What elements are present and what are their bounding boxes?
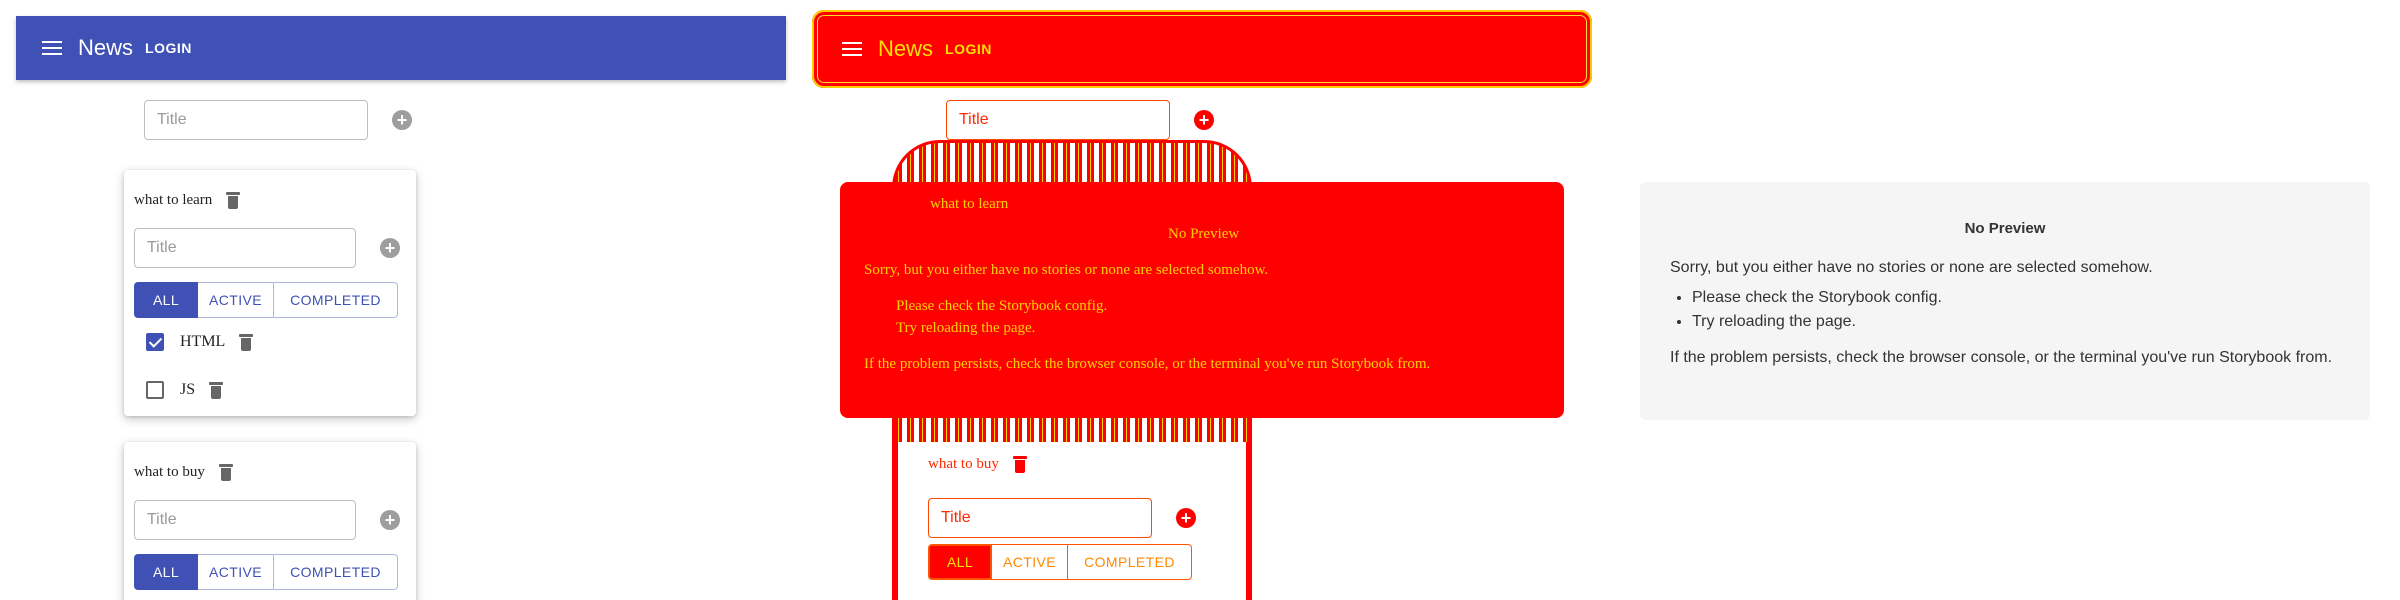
diff-no-preview-body: Sorry, but you either have no stories or… (864, 262, 1269, 278)
task-title-input[interactable]: Title (134, 500, 356, 540)
diff-delete-icon (1012, 456, 1027, 473)
no-preview-item: Try reloading the page. (1692, 313, 2340, 331)
diff-task-title-input: Title (928, 498, 1152, 538)
filter-completed-button[interactable]: COMPLETED (274, 554, 398, 590)
diff-todolist-title: what to buy (928, 456, 999, 472)
delete-icon[interactable] (239, 333, 254, 351)
menu-icon (842, 42, 862, 56)
todolist-title[interactable]: what to buy (134, 464, 205, 481)
filter-active-button[interactable]: ACTIVE (198, 282, 274, 318)
diff-filter-group: ALL ACTIVE COMPLETED (928, 544, 1192, 580)
no-preview-body: Sorry, but you either have no stories or… (1670, 259, 2153, 276)
add-circle-icon[interactable]: + (380, 510, 400, 530)
diff-app-title: News (878, 36, 934, 61)
diff-no-preview-footer: If the problem persists, check the brows… (864, 356, 1431, 372)
diff-add-form: Title + (946, 100, 1214, 140)
story-panel-diff: News LOGIN Title + what to learn No Prev… (800, 0, 1600, 600)
diff-add-circle-icon: + (1194, 110, 1214, 130)
todolist-title[interactable]: what to learn (134, 192, 212, 209)
diff-no-preview-item-2: Try reloading the page. (896, 320, 1036, 336)
diff-login-label: LOGIN (945, 41, 992, 57)
task-checkbox[interactable] (146, 381, 164, 399)
filter-all-button[interactable]: ALL (134, 282, 198, 318)
diff-add-circle-icon: + (1176, 508, 1196, 528)
add-circle-icon[interactable]: + (380, 238, 400, 258)
task-item: JS (134, 366, 406, 414)
filter-all-button[interactable]: ALL (134, 554, 198, 590)
diff-filter-active: ACTIVE (992, 544, 1068, 580)
app-bar: News LOGIN (16, 16, 786, 80)
filter-group: ALL ACTIVE COMPLETED (134, 554, 406, 590)
story-panel-actual: News LOGIN Title + what to learn Title +… (0, 0, 800, 600)
add-task-form: Title + (134, 228, 406, 268)
todolist-card: what to buy Title + ALL ACTIVE COMPLETED (124, 442, 416, 600)
todolist-card: what to learn Title + ALL ACTIVE COMPLET… (124, 170, 416, 416)
diff-title-input: Title (946, 100, 1170, 140)
task-title[interactable]: JS (180, 381, 195, 399)
diff-card-title: what to learn (930, 196, 1009, 212)
diff-todolist-card: what to buy Title + ALL ACTIVE COMPLETED (892, 442, 1252, 600)
no-preview-item: Please check the Storybook config. (1692, 289, 2340, 307)
delete-icon[interactable] (218, 463, 233, 481)
diff-add-task-form: Title + (928, 498, 1196, 538)
no-preview-list: Please check the Storybook config. Try r… (1692, 289, 2340, 331)
diff-filter-all: ALL (928, 544, 992, 580)
delete-icon[interactable] (209, 381, 224, 399)
add-circle-icon[interactable]: + (392, 110, 412, 130)
filter-active-button[interactable]: ACTIVE (198, 554, 274, 590)
task-checkbox[interactable] (146, 333, 164, 351)
story-panel-baseline: No Preview Sorry, but you either have no… (1600, 0, 2400, 600)
task-title[interactable]: HTML (180, 333, 225, 351)
add-task-form: Title + (134, 500, 406, 540)
no-preview-title: No Preview (1964, 220, 2046, 237)
diff-filter-completed: COMPLETED (1068, 544, 1192, 580)
login-button[interactable]: LOGIN (145, 40, 192, 56)
no-preview-footer: If the problem persists, check the brows… (1670, 349, 2333, 366)
filter-completed-button[interactable]: COMPLETED (274, 282, 398, 318)
menu-icon[interactable] (42, 41, 62, 55)
app-title: News (78, 35, 134, 60)
diff-app-bar: News LOGIN (812, 10, 1592, 88)
filter-group: ALL ACTIVE COMPLETED (134, 282, 406, 318)
task-item: HTML (134, 318, 406, 366)
title-input[interactable]: Title (144, 100, 368, 140)
task-title-input[interactable]: Title (134, 228, 356, 268)
diff-no-preview-item-1: Please check the Storybook config. (896, 298, 1108, 314)
diff-no-preview-title: No Preview (1168, 226, 1240, 242)
no-preview-box: No Preview Sorry, but you either have no… (1640, 182, 2370, 420)
add-todolist-form: Title + (144, 100, 412, 140)
delete-icon[interactable] (226, 191, 241, 209)
